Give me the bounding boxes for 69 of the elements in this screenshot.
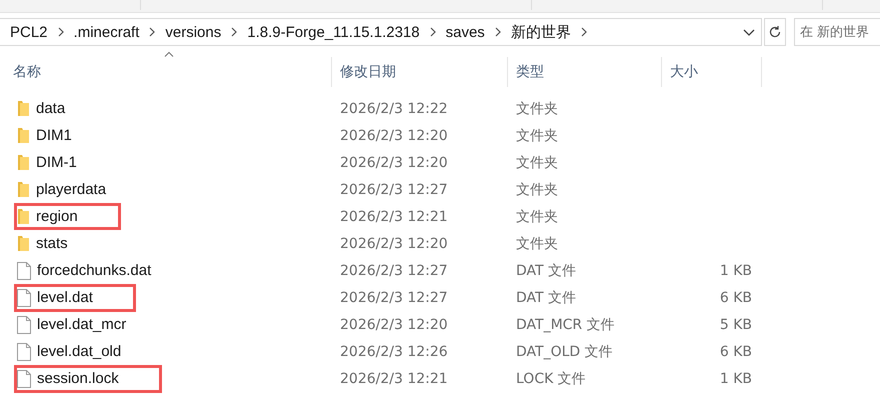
breadcrumb-item[interactable]: saves [446,24,485,40]
sort-ascending-icon [164,51,174,57]
file-size: 6 KB [720,290,752,306]
file-name[interactable]: DIM-1 [30,154,77,171]
column-header[interactable]: 修改日期 [340,63,396,81]
file-size: 1 KB [720,370,752,386]
file-name[interactable]: playerdata [30,181,106,198]
modified-date: 2026/2/3 12:27 [340,262,448,278]
file-name[interactable]: level.dat [31,289,93,306]
chevron-icon[interactable] [149,27,156,37]
file-name[interactable]: DIM1 [30,127,72,144]
file-name[interactable]: level.dat_old [31,343,122,360]
refresh-button[interactable] [764,18,786,46]
file-type: DAT_OLD 文件 [516,344,613,360]
file-icon [17,342,31,360]
folder-icon [17,154,30,171]
file-type: 文件夹 [516,236,558,252]
file-type: DAT 文件 [516,290,576,306]
folder-icon [17,100,30,117]
breadcrumb-item[interactable]: 1.8.9-Forge_11.15.1.2318 [247,24,420,40]
chevron-icon[interactable] [58,27,64,37]
modified-date: 2026/2/3 12:20 [340,128,448,144]
file-type: DAT 文件 [516,262,576,278]
breadcrumb-item[interactable]: .minecraft [74,24,140,40]
chevron-icon[interactable] [580,27,587,37]
breadcrumb-item[interactable]: PCL2 [10,24,48,40]
file-type: 文件夹 [516,128,558,144]
modified-date: 2026/2/3 12:22 [340,100,448,116]
file-icon [17,262,31,280]
modified-date: 2026/2/3 12:21 [340,370,448,386]
file-name[interactable]: session.lock [31,370,119,387]
file-icon [17,370,31,388]
modified-date: 2026/2/3 12:20 [340,316,448,332]
column-header[interactable]: 类型 [516,63,544,81]
file-size: 5 KB [720,316,752,332]
search-field[interactable]: 在 新的世界 [794,18,880,46]
file-type: 文件夹 [516,154,558,170]
file-type: 文件夹 [516,182,558,198]
chevron-icon[interactable] [231,27,238,37]
folder-icon [17,181,30,198]
folder-icon [17,235,30,252]
modified-date: 2026/2/3 12:20 [340,154,448,170]
file-size: 1 KB [720,262,752,278]
modified-date: 2026/2/3 12:27 [340,290,448,306]
chevron-icon[interactable] [494,27,501,37]
modified-date: 2026/2/3 12:20 [340,236,448,252]
breadcrumb-item[interactable]: 新的世界 [510,22,571,42]
refresh-icon[interactable] [768,25,782,39]
column-header[interactable]: 大小 [670,63,698,81]
file-name[interactable]: region [30,208,78,225]
file-type: LOCK 文件 [516,370,586,386]
modified-date: 2026/2/3 12:27 [340,182,448,198]
file-name[interactable]: forcedchunks.dat [31,262,152,279]
file-type: 文件夹 [516,208,558,224]
folder-icon [17,208,30,225]
file-name[interactable]: level.dat_mcr [31,316,126,333]
modified-date: 2026/2/3 12:21 [340,208,448,224]
file-type: 文件夹 [516,100,558,116]
file-type: DAT_MCR 文件 [516,316,615,332]
column-header[interactable]: 名称 [13,63,41,81]
chevron-icon[interactable] [430,27,436,37]
folder-icon [17,127,30,144]
file-size: 6 KB [720,344,752,360]
breadcrumb-item[interactable]: versions [165,24,222,40]
file-icon [17,288,31,306]
file-icon [17,316,31,334]
modified-date: 2026/2/3 12:26 [340,344,448,360]
file-name[interactable]: stats [30,235,68,252]
file-name[interactable]: data [30,100,66,117]
